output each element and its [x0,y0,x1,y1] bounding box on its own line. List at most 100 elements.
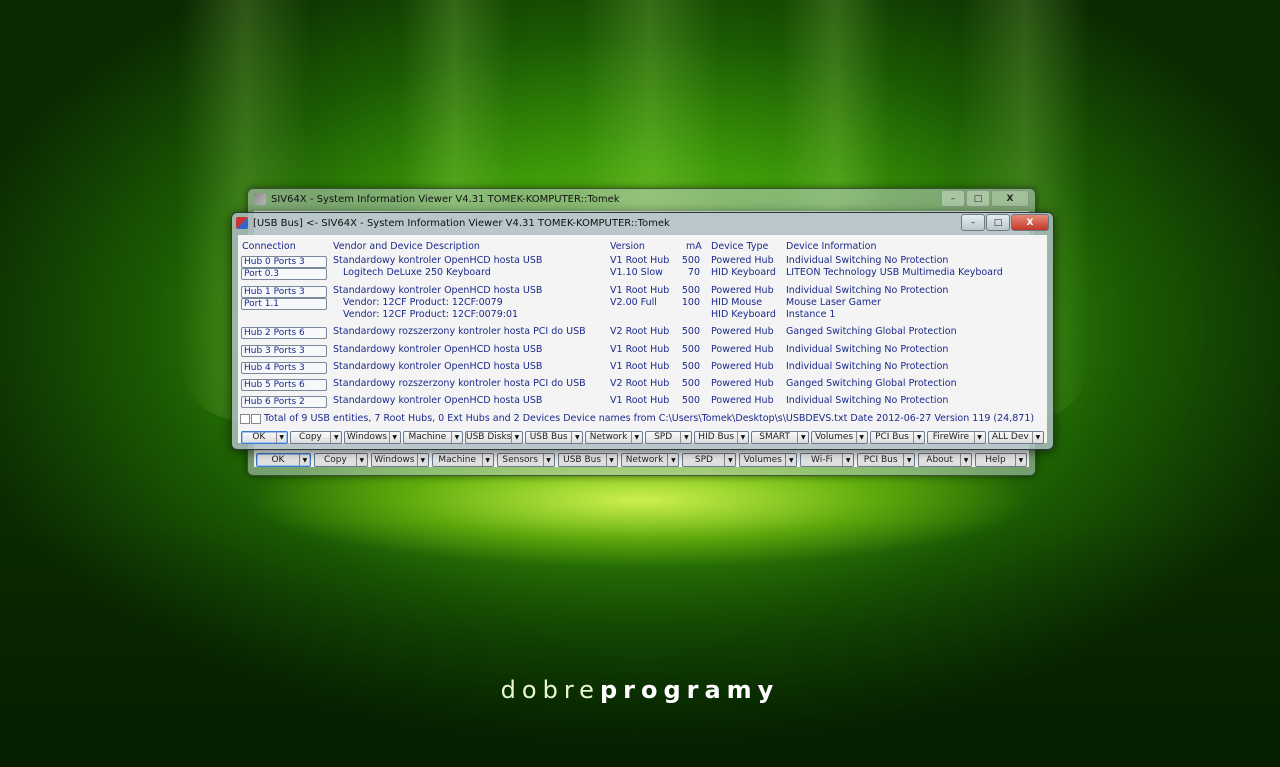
dropdown-arrow-icon[interactable]: ▼ [855,432,867,443]
pci-bus-button[interactable]: PCI Bus ▼ [857,453,916,467]
connection-button[interactable]: Hub 2 Ports 6 [241,327,327,339]
windows-button[interactable]: Windows ▼ [370,453,429,467]
connection-button[interactable]: Hub 5 Ports 6 [241,379,327,391]
device-version: V2 Root Hub [610,326,670,337]
usb-bus-window-titlebar[interactable]: [USB Bus] <- SIV64X - System Information… [232,213,1053,233]
table-row[interactable]: Hub 0 Ports 3 Standardowy kontroler OpenH… [238,255,1047,268]
ok-button[interactable]: OK ▼ [256,453,311,467]
button-label: Machine [438,454,477,465]
dropdown-arrow-icon[interactable]: ▼ [605,454,617,466]
connection-button[interactable]: Hub 3 Ports 3 [241,345,327,357]
dropdown-arrow-icon[interactable]: ▼ [330,432,341,443]
firewire-button[interactable]: FireWire ▼ [927,431,986,444]
button-label: USB Bus [529,432,568,442]
machine-button[interactable]: Machine ▼ [431,453,494,467]
device-type: HID Keyboard [711,309,776,320]
dropdown-arrow-icon[interactable]: ▼ [510,432,522,443]
dropdown-arrow-icon[interactable]: ▼ [416,454,428,466]
device-type: Powered Hub [711,378,774,389]
dropdown-arrow-icon[interactable]: ▼ [630,432,642,443]
device-ma: 500 [681,395,700,406]
minimize-button[interactable]: – [961,214,985,231]
table-row[interactable]: Hub 4 Ports 3 Standardowy kontroler OpenH… [238,361,1047,374]
dropdown-arrow-icon[interactable]: ▼ [298,454,310,466]
machine-button[interactable]: Machine ▼ [402,431,463,444]
volumes-button[interactable]: Volumes ▼ [739,453,798,467]
network-button[interactable]: Network ▼ [620,453,680,467]
dropdown-arrow-icon[interactable]: ▼ [388,432,400,443]
dropdown-arrow-icon[interactable]: ▼ [542,454,554,466]
windows-button[interactable]: Windows ▼ [344,431,401,444]
maximize-button[interactable]: □ [966,190,990,207]
dropdown-arrow-icon[interactable]: ▼ [571,432,582,443]
dropdown-arrow-icon[interactable]: ▼ [450,432,462,443]
dropdown-arrow-icon[interactable]: ▼ [903,454,914,466]
dropdown-arrow-icon[interactable]: ▼ [736,432,748,443]
wi-fi-button[interactable]: Wi-Fi ▼ [800,453,855,467]
checkbox[interactable] [240,414,250,424]
status-text: Total of 9 USB entities, 7 Root Hubs, 0 … [264,413,1035,424]
checkbox[interactable] [251,414,261,424]
dropdown-arrow-icon[interactable]: ▼ [724,454,735,466]
device-type: Powered Hub [711,255,774,266]
button-label: HID Bus [698,432,735,442]
dropdown-arrow-icon[interactable]: ▼ [1014,454,1026,466]
dropdown-arrow-icon[interactable]: ▼ [960,454,971,466]
dropdown-arrow-icon[interactable]: ▼ [1031,432,1043,443]
ok-button[interactable]: OK ▼ [241,431,288,444]
device-description: Logitech DeLuxe 250 Keyboard [343,267,491,278]
pci-bus-button[interactable]: PCI Bus ▼ [869,431,926,444]
connection-button[interactable]: Port 0.3 [241,268,327,280]
dropdown-arrow-icon[interactable]: ▼ [913,432,924,443]
table-row[interactable]: Hub 3 Ports 3 Standardowy kontroler OpenH… [238,344,1047,357]
column-header-vendor: Vendor and Device Description [333,241,480,252]
spd-button[interactable]: SPD ▼ [682,453,737,467]
dropdown-arrow-icon[interactable]: ▼ [680,432,691,443]
button-label: ALL Dev [991,432,1029,442]
table-row[interactable]: Vendor: 12CF Product: 12CF:0079:01 HID Ke… [238,309,1047,321]
usb-bus-button[interactable]: USB Bus ▼ [557,453,618,467]
button-label: Help [985,454,1006,465]
copy-button[interactable]: Copy ▼ [313,453,368,467]
copy-button[interactable]: Copy ▼ [289,431,343,444]
usb-device-list: Connection Vendor and Device Description… [238,235,1047,444]
dropdown-arrow-icon[interactable]: ▼ [481,454,493,466]
usb-bus-window-controls: – □ X [961,214,1049,231]
dropdown-arrow-icon[interactable]: ▼ [785,454,796,466]
close-button[interactable]: X [1011,214,1049,231]
hid-bus-button[interactable]: HID Bus ▼ [694,431,749,444]
close-button[interactable]: X [991,190,1029,207]
dropdown-arrow-icon[interactable]: ▼ [973,432,985,443]
table-row[interactable]: Hub 5 Ports 6 Standardowy rozszerzony kon… [238,378,1047,391]
usb-bus-button[interactable]: USB Bus ▼ [524,431,584,444]
device-type: HID Keyboard [711,267,776,278]
table-row[interactable]: Hub 6 Ports 2 Standardowy kontroler OpenH… [238,395,1047,408]
dropdown-arrow-icon[interactable]: ▼ [355,454,367,466]
device-version: V1 Root Hub [610,344,670,355]
dropdown-arrow-icon[interactable]: ▼ [275,432,287,443]
device-type: Powered Hub [711,285,774,296]
all-dev-button[interactable]: ALL Dev ▼ [987,431,1044,444]
main-window-title: SIV64X - System Information Viewer V4.31… [271,193,620,205]
connection-button[interactable]: Hub 6 Ports 2 [241,396,327,408]
dropdown-arrow-icon[interactable]: ▼ [797,432,808,443]
table-row[interactable]: Hub 1 Ports 3 Standardowy kontroler OpenH… [238,285,1047,298]
smart-button[interactable]: SMART ▼ [750,431,810,444]
connection-button[interactable]: Hub 4 Ports 3 [241,362,327,374]
dropdown-arrow-icon[interactable]: ▼ [667,454,678,466]
dropdown-arrow-icon[interactable]: ▼ [842,454,853,466]
main-window-titlebar[interactable]: SIV64X - System Information Viewer V4.31… [248,189,1035,209]
spd-button[interactable]: SPD ▼ [644,431,693,444]
minimize-button[interactable]: – [941,190,965,207]
table-row[interactable]: Port 0.3 Logitech DeLuxe 250 Keyboard V1.1… [238,267,1047,280]
help-button[interactable]: Help ▼ [975,453,1027,467]
table-row[interactable]: Hub 2 Ports 6 Standardowy rozszerzony kon… [238,326,1047,339]
device-info: Mouse Laser Gamer [786,297,881,308]
usb-disks-button[interactable]: USB Disks ▼ [464,431,523,444]
maximize-button[interactable]: □ [986,214,1010,231]
volumes-button[interactable]: Volumes ▼ [811,431,868,444]
about-button[interactable]: About ▼ [918,453,973,467]
table-row[interactable]: Port 1.1 Vendor: 12CF Product: 12CF:0079 V… [238,297,1047,310]
sensors-button[interactable]: Sensors ▼ [496,453,555,467]
network-button[interactable]: Network ▼ [585,431,643,444]
